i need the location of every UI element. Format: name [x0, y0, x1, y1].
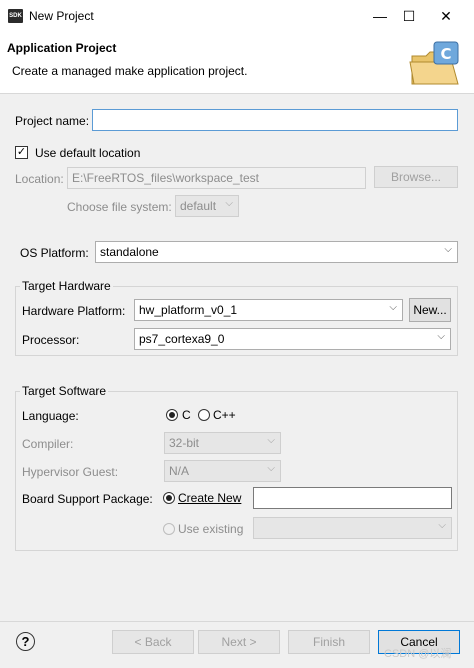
- bsp-use-existing-radio[interactable]: [163, 523, 175, 535]
- back-button[interactable]: < Back: [112, 630, 194, 654]
- processor-value: ps7_cortexa9_0: [139, 332, 225, 346]
- project-name-label: Project name:: [15, 114, 90, 128]
- wizard-title: Application Project: [7, 41, 117, 55]
- close-button[interactable]: ✕: [428, 4, 464, 28]
- hardware-platform-select[interactable]: hw_platform_v0_1 ⌵: [134, 299, 403, 321]
- hypervisor-guest-select[interactable]: N/A ⌵: [164, 460, 281, 482]
- hardware-platform-label: Hardware Platform:: [22, 304, 126, 318]
- os-platform-value: standalone: [100, 245, 159, 259]
- window-title: New Project: [29, 9, 94, 23]
- footer-separator: [0, 621, 474, 622]
- language-label: Language:: [22, 409, 79, 423]
- wizard-description: Create a managed make application projec…: [12, 64, 248, 78]
- file-system-select[interactable]: default ⌵: [175, 195, 239, 217]
- use-default-location-label: Use default location: [35, 146, 141, 160]
- location-input[interactable]: E:\FreeRTOS_files\workspace_test: [67, 167, 366, 189]
- compiler-label: Compiler:: [22, 437, 74, 451]
- bsp-label: Board Support Package:: [22, 492, 153, 506]
- target-hardware-title: Target Hardware: [20, 279, 113, 293]
- language-c-label: C: [182, 408, 191, 422]
- chevron-down-icon: ⌵: [267, 463, 275, 474]
- os-platform-label: OS Platform:: [20, 246, 89, 260]
- language-cpp-radio[interactable]: [198, 409, 210, 421]
- project-name-input[interactable]: [92, 109, 458, 131]
- help-icon[interactable]: ?: [16, 632, 35, 651]
- processor-label: Processor:: [22, 333, 80, 347]
- new-hardware-platform-button[interactable]: New...: [409, 298, 451, 322]
- use-default-location-checkbox[interactable]: ✓: [15, 146, 28, 159]
- chevron-down-icon: ⌵: [267, 435, 275, 446]
- chevron-down-icon: ⌵: [389, 302, 397, 313]
- hypervisor-guest-label: Hypervisor Guest:: [22, 465, 119, 479]
- target-software-title: Target Software: [20, 384, 109, 398]
- svg-text:C: C: [440, 45, 451, 63]
- browse-button[interactable]: Browse...: [374, 166, 458, 188]
- bsp-create-new-radio[interactable]: [163, 492, 175, 504]
- sdk-app-icon: SDK: [8, 9, 23, 23]
- language-cpp-label: C++: [213, 408, 236, 422]
- file-system-label: Choose file system:: [67, 200, 172, 214]
- os-platform-select[interactable]: standalone ⌵: [95, 241, 458, 263]
- maximize-button[interactable]: ☐: [391, 4, 427, 28]
- location-label: Location:: [15, 172, 64, 186]
- watermark-text: CSDN @以澜: [384, 648, 452, 660]
- language-c-radio[interactable]: [166, 409, 178, 421]
- bsp-create-new-label: Create New: [178, 491, 242, 505]
- chevron-down-icon: ⌵: [444, 244, 452, 255]
- bsp-create-new-input[interactable]: [253, 487, 452, 509]
- compiler-value: 32-bit: [169, 436, 200, 450]
- chevron-down-icon: ⌵: [225, 198, 233, 209]
- file-system-value: default: [180, 199, 217, 213]
- hardware-platform-value: hw_platform_v0_1: [139, 303, 238, 317]
- processor-select[interactable]: ps7_cortexa9_0 ⌵: [134, 328, 451, 350]
- chevron-down-icon: ⌵: [438, 520, 446, 531]
- compiler-select[interactable]: 32-bit ⌵: [164, 432, 281, 454]
- finish-button[interactable]: Finish: [288, 630, 370, 654]
- bsp-use-existing-label: Use existing: [178, 522, 244, 536]
- hypervisor-guest-value: N/A: [169, 464, 190, 478]
- next-button[interactable]: Next >: [198, 630, 280, 654]
- new-project-folder-c-icon: C: [409, 41, 459, 85]
- chevron-down-icon: ⌵: [437, 331, 445, 342]
- bsp-use-existing-select[interactable]: ⌵: [253, 517, 452, 539]
